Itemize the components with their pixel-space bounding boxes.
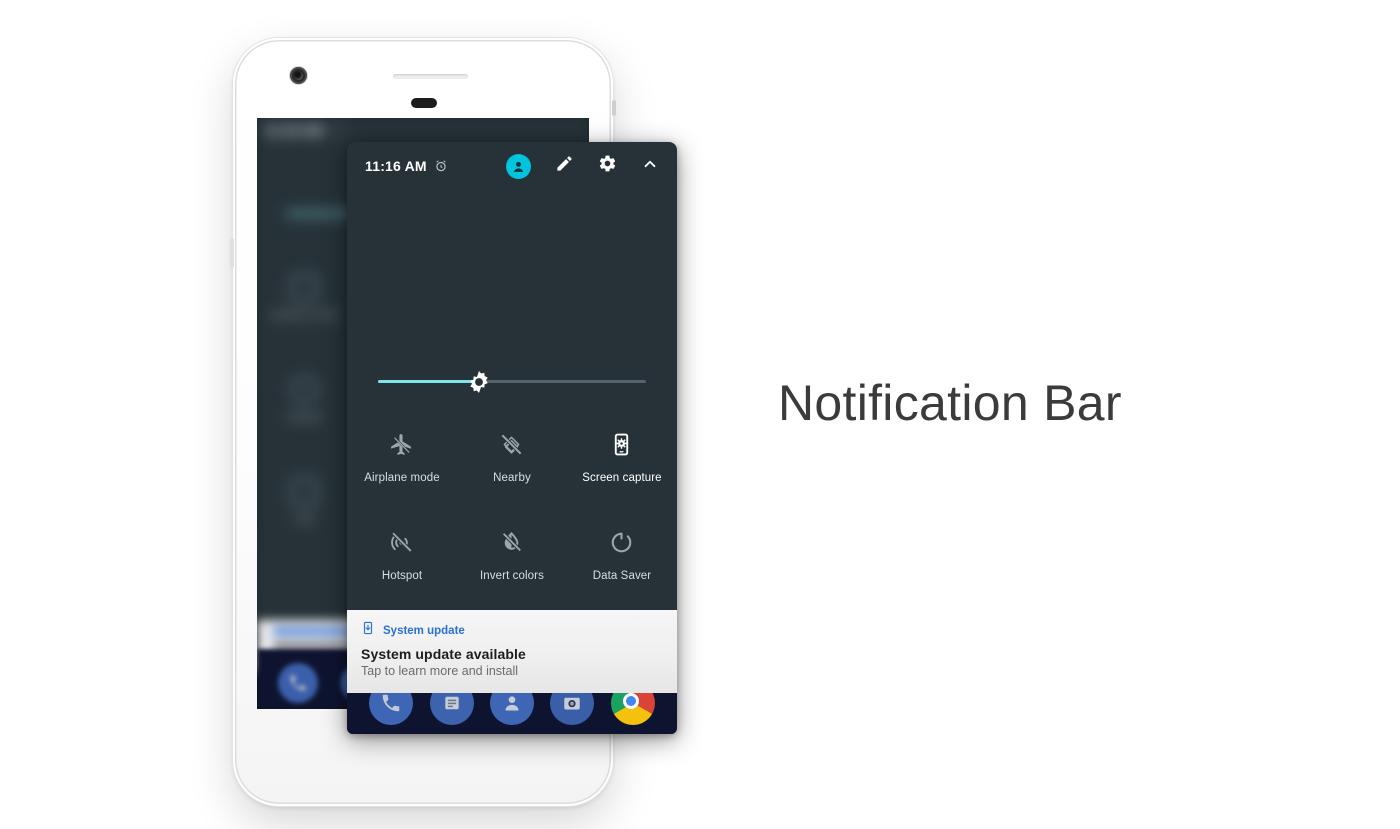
tile-data-saver[interactable]: Data Saver [567,522,677,620]
quick-settings-status-bar: 11:16 AM [347,142,677,190]
power-button[interactable] [612,100,616,116]
dock-contacts-icon[interactable] [489,693,534,725]
notification-header: System update [361,621,661,640]
proximity-sensor-icon [411,98,437,108]
airplane-mode-off-icon [347,430,457,458]
invert-colors-off-icon [457,528,567,556]
alarm-clock-icon [434,159,448,173]
dock-chrome-icon[interactable] [610,693,655,725]
notification-app-name: System update [383,624,465,637]
dock-messages-icon[interactable] [429,693,474,725]
tile-label: Invert colors [480,570,544,582]
background-status-row: 11:16 AM [264,122,345,139]
background-alarm-icon [331,123,345,138]
background-time: 11:16 AM [264,122,324,139]
home-dock [347,693,677,734]
nearby-share-off-icon [457,430,567,458]
hotspot-off-icon [347,528,457,556]
brightness-slider-row [347,370,677,394]
background-tile-hotspot: Hotspot [263,376,346,423]
background-dock-phone-icon [278,663,319,703]
tile-label: Nearby [493,472,531,484]
background-tile-cast: Cast [263,478,346,525]
tile-invert-colors[interactable]: Invert colors [457,522,567,620]
earpiece-speaker-icon [393,74,468,79]
tile-label: Screen capture [582,472,662,484]
slider-fill [378,380,475,383]
notification-card[interactable]: System update System update available Ta… [347,610,677,693]
data-saver-icon [567,528,677,556]
quick-settings-actions [506,153,659,179]
collapse-button[interactable] [641,155,659,178]
tile-label: Hotspot [381,570,423,582]
edit-tiles-button[interactable] [555,154,574,178]
tile-label: Airplane mode [364,472,440,484]
tile-airplane-mode[interactable]: Airplane mode [347,424,457,522]
system-update-icon [361,621,375,640]
notification-title: System update available [361,646,526,662]
page-title: Notification Bar [778,375,1122,431]
brightness-slider[interactable] [378,370,646,394]
status-bar-time: 11:16 AM [365,158,427,174]
tile-row-1: Airplane mode Nearby Screen capture [347,424,677,522]
tile-screen-capture[interactable]: Screen capture [567,424,677,522]
settings-button[interactable] [598,154,617,178]
dock-phone-icon[interactable] [369,693,414,725]
notification-subtitle: Tap to learn more and install [361,664,519,678]
dock-camera-icon[interactable] [550,693,595,725]
home-dock-row [347,693,677,725]
tile-label: Data Saver [592,570,652,582]
background-tile-airplane: Airplane mode [263,274,346,321]
tile-row-2: Hotspot Invert colors Data Saver [347,522,677,620]
tile-nearby[interactable]: Nearby [457,424,567,522]
sim-tray [230,238,234,268]
front-camera-icon [290,67,307,84]
quick-settings-panel: 11:16 AM Airplane mode Nearby Screen cap… [347,142,677,734]
user-profile-button[interactable] [506,153,531,179]
screenshot-canvas: 11:16 AM Airplane mode Hotspot Cast 11:1… [0,0,1400,829]
screen-capture-icon [567,430,677,458]
tile-hotspot[interactable]: Hotspot [347,522,457,620]
brightness-sun-icon[interactable] [466,369,492,395]
